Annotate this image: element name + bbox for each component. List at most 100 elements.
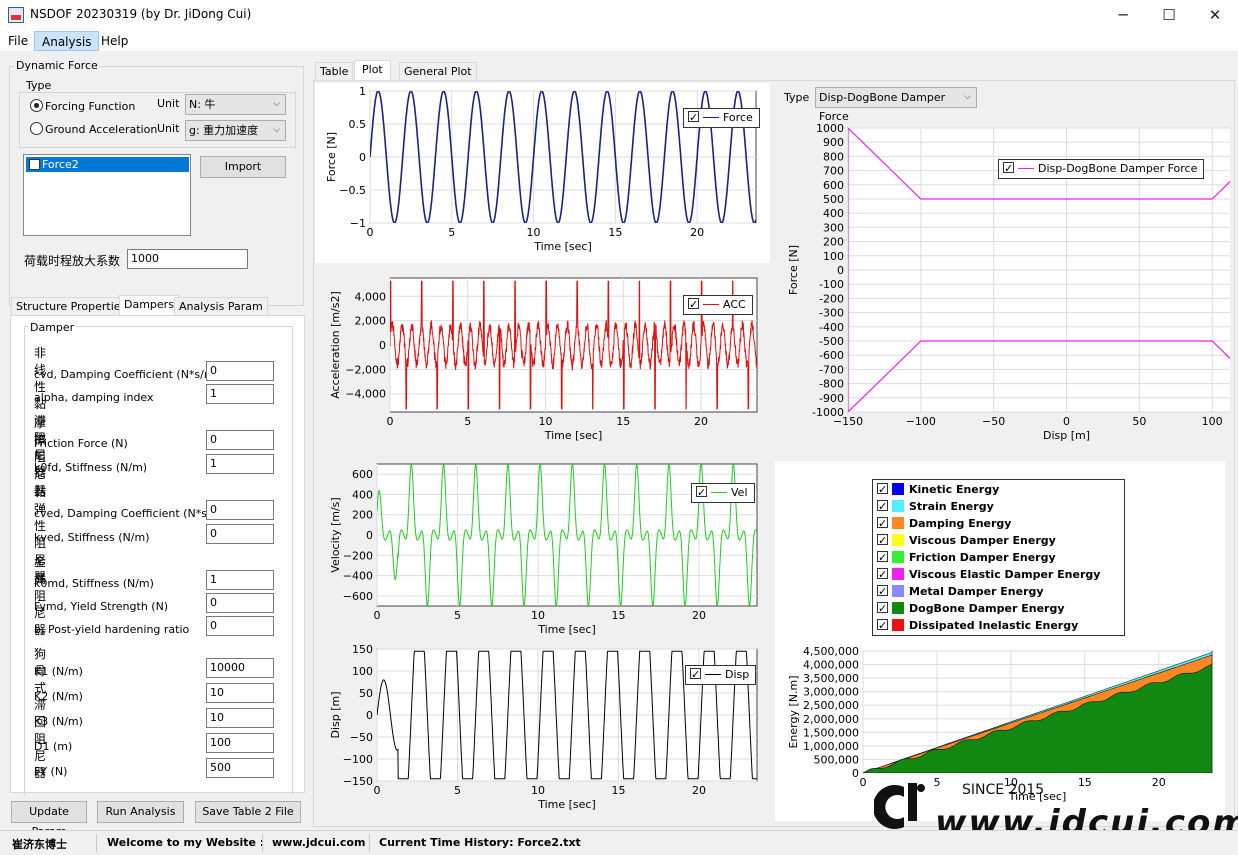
fy-input[interactable]: 500 xyxy=(206,758,274,778)
legend-label: Dissipated Inelastic Energy xyxy=(909,619,1078,632)
menu-analysis[interactable]: Analysis xyxy=(34,31,99,51)
status-site-link[interactable]: www.jdcui.com xyxy=(272,836,365,849)
k0md-label: k0md, Stiffness (N/m) xyxy=(34,577,154,590)
ground-acceleration-radio[interactable] xyxy=(30,122,43,135)
force-unit-select[interactable]: N: 牛 ⌵ xyxy=(185,94,286,115)
y-tick-label: −4,000 xyxy=(345,388,386,401)
chart-legend[interactable]: Vel xyxy=(691,483,755,503)
fymd-input[interactable]: 0 xyxy=(206,593,274,613)
k0md-input[interactable]: 1 xyxy=(206,570,274,590)
energy-legend-item[interactable]: Strain Energy xyxy=(873,498,1124,515)
energy-legend-item[interactable]: Damping Energy xyxy=(873,515,1124,532)
status-bar: 崔济东博士 Welcome to my Website : www.jdcui.… xyxy=(0,830,1238,855)
y-tick-label: 0 xyxy=(366,529,373,542)
legend-swatch xyxy=(892,551,904,563)
tab-plot[interactable]: Plot xyxy=(354,60,391,80)
k3-label: K3 (N/m) xyxy=(34,715,83,728)
y-tick-label: -100 xyxy=(819,278,844,291)
import-button[interactable]: Import xyxy=(200,156,286,178)
cvd-input[interactable]: 0 xyxy=(206,361,274,381)
x-tick-label: 5 xyxy=(448,226,455,239)
type-selector[interactable]: Disp-DogBone Damper Force ⌵ xyxy=(815,87,977,108)
legend-checkbox[interactable] xyxy=(877,619,888,630)
k0fd-input[interactable]: 1 xyxy=(206,454,274,474)
legend-label: Friction Damper Energy xyxy=(909,551,1056,564)
chart-panel: 0 5 10 15 20 −600 −400 −200 0 200 400 600 Time [sec]… xyxy=(315,456,770,636)
y-tick-label: 1,500,000 xyxy=(803,726,859,739)
energy-legend-item[interactable]: DogBone Damper Energy xyxy=(873,600,1124,617)
x-tick-label: 0 xyxy=(374,609,381,622)
list-item-checkbox[interactable] xyxy=(29,159,40,170)
legend-swatch xyxy=(892,585,904,597)
amplification-input[interactable]: 1000 xyxy=(127,249,248,269)
tab-structure-properties[interactable]: Structure Properties xyxy=(11,297,131,315)
alpha-input[interactable]: 1 xyxy=(206,384,274,404)
energy-legend-item[interactable]: Viscous Damper Energy xyxy=(873,532,1124,549)
energy-legend-item[interactable]: Kinetic Energy xyxy=(873,481,1124,498)
y-tick-label: -900 xyxy=(819,392,844,405)
friction-force-input[interactable]: 0 xyxy=(206,430,274,450)
tab-table[interactable]: Table xyxy=(315,62,353,80)
force-listbox[interactable]: Force2 xyxy=(23,154,191,236)
b-input[interactable]: 0 xyxy=(206,616,274,636)
legend-swatch xyxy=(1018,168,1034,169)
chart-legend[interactable]: ACC xyxy=(683,295,753,315)
legend-checkbox[interactable] xyxy=(877,551,888,562)
tab-dampers[interactable]: Dampers xyxy=(119,295,179,315)
legend-checkbox[interactable] xyxy=(877,534,888,545)
run-analysis-button[interactable]: Run Analysis xyxy=(97,801,184,823)
minimize-button[interactable]: ─ xyxy=(1100,0,1146,31)
cved-input[interactable]: 0 xyxy=(206,500,274,520)
ground-acceleration-label: Ground Acceleration xyxy=(45,123,157,136)
tab-analysis-param[interactable]: Analysis Param xyxy=(174,297,268,315)
legend-checkbox[interactable] xyxy=(688,111,699,122)
chart-legend[interactable]: Force xyxy=(683,108,760,128)
chart-legend[interactable]: Disp-DogBone Damper Force xyxy=(998,159,1204,179)
legend-checkbox[interactable] xyxy=(696,486,707,497)
energy-legend-item[interactable]: Dissipated Inelastic Energy xyxy=(873,617,1124,634)
accel-unit-select[interactable]: g: 重力加速度 ⌵ xyxy=(185,120,286,141)
y-tick-label: -400 xyxy=(819,321,844,334)
legend-checkbox[interactable] xyxy=(877,483,888,494)
x-tick-label: 15 xyxy=(608,226,622,239)
save-table-button[interactable]: Save Table 2 File xyxy=(195,801,301,823)
watermark-since: SINCE 2015 xyxy=(962,782,1044,798)
energy-legend-item[interactable]: Friction Damper Energy xyxy=(873,549,1124,566)
kved-input[interactable]: 0 xyxy=(206,524,274,544)
x-axis-label: Time [sec] xyxy=(537,798,596,811)
k3-input[interactable]: 10 xyxy=(206,708,274,728)
energy-legend-item[interactable]: Viscous Elastic Damper Energy xyxy=(873,566,1124,583)
legend-checkbox[interactable] xyxy=(877,500,888,511)
chart-legend[interactable]: Disp xyxy=(685,665,756,685)
accel-unit-value: g: 重力加速度 xyxy=(189,124,258,137)
close-button[interactable]: ✕ xyxy=(1192,0,1238,31)
legend-checkbox[interactable] xyxy=(877,517,888,528)
x-tick-label: 20 xyxy=(692,784,706,797)
legend-label: Kinetic Energy xyxy=(909,483,999,496)
maximize-button[interactable]: ☐ xyxy=(1146,0,1192,31)
menu-help[interactable]: Help xyxy=(94,31,135,51)
forcing-function-radio[interactable] xyxy=(30,99,43,112)
k2-input[interactable]: 10 xyxy=(206,683,274,703)
y-tick-label: −2,000 xyxy=(345,363,386,376)
list-item[interactable]: Force2 xyxy=(26,157,189,172)
legend-checkbox[interactable] xyxy=(877,585,888,596)
y-tick-label: -500 xyxy=(819,335,844,348)
d1-input[interactable]: 100 xyxy=(206,733,274,753)
legend-checkbox[interactable] xyxy=(877,602,888,613)
legend-checkbox[interactable] xyxy=(1003,162,1014,173)
k1-input[interactable]: 10000 xyxy=(206,658,274,678)
y-tick-label: 4,500,000 xyxy=(803,645,859,658)
y-tick-label: -300 xyxy=(819,307,844,320)
energy-legend-item[interactable]: Metal Damper Energy xyxy=(873,583,1124,600)
chevron-down-icon: ⌵ xyxy=(273,95,280,114)
chart-panel: −150−100−50050100150-1000-900-800-700-60… xyxy=(775,111,1230,454)
legend-checkbox[interactable] xyxy=(877,568,888,579)
b-label: b, Post-yield hardening ratio xyxy=(34,623,189,636)
tab-general-plot[interactable]: General Plot xyxy=(399,62,477,80)
legend-checkbox[interactable] xyxy=(688,298,699,309)
legend-checkbox[interactable] xyxy=(690,668,701,679)
x-tick-label: 20 xyxy=(694,415,708,428)
menu-file[interactable]: File xyxy=(1,31,35,51)
update-param-button[interactable]: Update Param xyxy=(11,801,87,823)
